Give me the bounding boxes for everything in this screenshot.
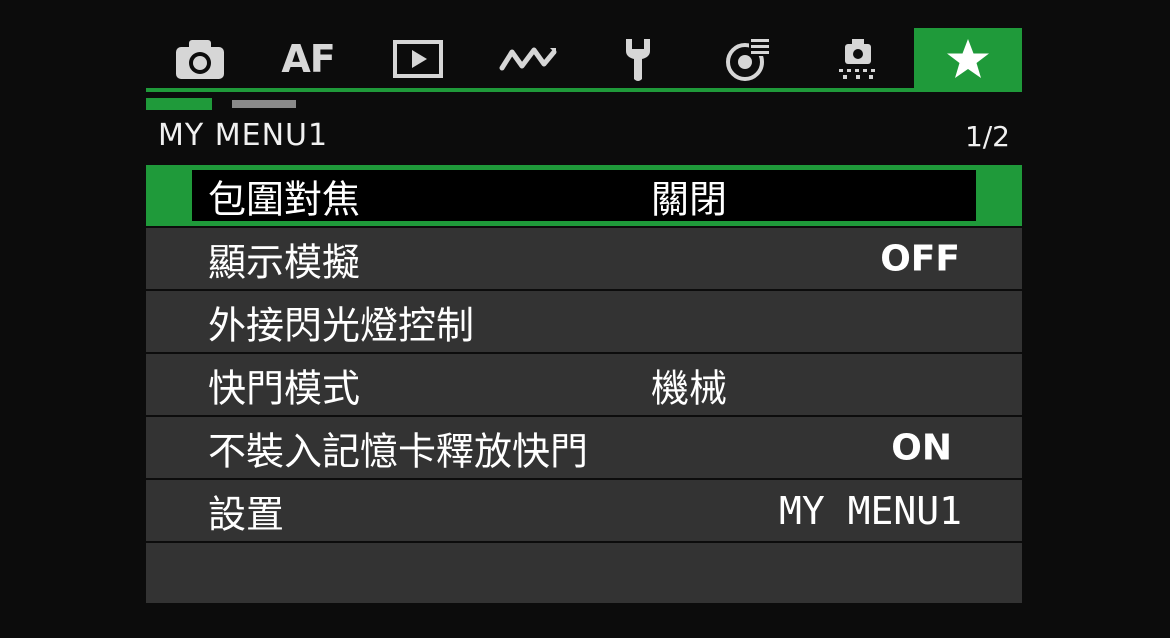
menu-title: MY MENU1	[158, 118, 329, 153]
tab-setup[interactable]	[584, 28, 692, 90]
tab-underline	[146, 88, 1022, 92]
menu-item-value: MY MENU1	[778, 488, 962, 533]
menu-item-value: ON	[891, 427, 952, 468]
menu-item-value: 關閉	[651, 177, 728, 221]
camera-menu-screen: AF MY MENU1 1/2 包圍對焦 關閉 顯示模擬 OFF 外接閃光燈控制…	[0, 0, 1170, 638]
menu-item-focus-bracketing[interactable]: 包圍對焦 關閉	[146, 165, 1022, 226]
tab-custom[interactable]	[694, 28, 802, 90]
menu-item-empty	[146, 543, 1022, 603]
star-icon	[946, 38, 990, 80]
menu-item-label: 快門模式	[208, 366, 361, 410]
camera-body-icon	[835, 36, 881, 82]
page-indicator-current	[146, 98, 212, 110]
tab-shooting[interactable]	[146, 28, 254, 90]
menu-item-value: 機械	[651, 366, 728, 410]
playback-icon	[392, 39, 444, 79]
menu-item-release-without-card[interactable]: 不裝入記憶卡釋放快門 ON	[146, 417, 1022, 478]
tab-camera-settings[interactable]	[804, 28, 912, 90]
wrench-icon	[618, 35, 658, 83]
custom-settings-icon	[725, 36, 771, 82]
af-icon: AF	[281, 37, 335, 81]
network-icon	[498, 42, 558, 76]
menu-item-setup[interactable]: 設置 MY MENU1	[146, 480, 1022, 541]
tab-playback[interactable]	[364, 28, 472, 90]
menu-item-external-flash-control[interactable]: 外接閃光燈控制	[146, 291, 1022, 352]
menu-item-label: 不裝入記憶卡釋放快門	[208, 429, 589, 473]
menu-item-display-simulation[interactable]: 顯示模擬 OFF	[146, 228, 1022, 289]
menu-item-value: OFF	[880, 238, 960, 279]
menu-item-label: 包圍對焦	[208, 177, 361, 221]
menu-item-label: 外接閃光燈控制	[208, 303, 475, 347]
menu-item-label: 設置	[208, 492, 285, 536]
page-number: 1/2	[964, 120, 1010, 153]
camera-icon	[174, 37, 226, 81]
menu-item-shutter-mode[interactable]: 快門模式 機械	[146, 354, 1022, 415]
tab-my-menu[interactable]	[914, 28, 1022, 90]
tab-af[interactable]: AF	[254, 28, 362, 90]
tab-network[interactable]	[474, 28, 582, 90]
menu-list: 包圍對焦 關閉 顯示模擬 OFF 外接閃光燈控制 快門模式 機械 不裝入記憶卡釋…	[146, 165, 1022, 605]
menu-item-label: 顯示模擬	[208, 240, 361, 284]
menu-tab-bar: AF	[146, 28, 1022, 92]
page-indicator-next	[232, 100, 296, 108]
